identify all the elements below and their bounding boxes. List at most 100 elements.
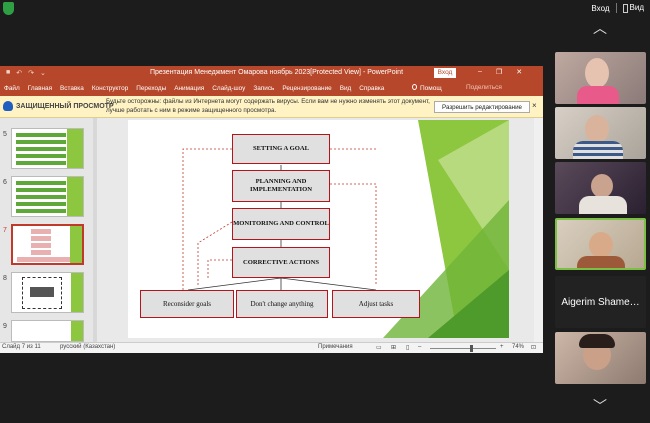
current-slide[interactable]: SETTING A GOAL PLANNING AND IMPLEMENTATI… bbox=[128, 120, 509, 338]
zoom-in-icon[interactable]: + bbox=[500, 344, 504, 350]
participant-video[interactable] bbox=[555, 162, 646, 214]
box-reconsider-goals[interactable]: Reconsider goals bbox=[140, 290, 234, 318]
slide-thumbnail[interactable] bbox=[11, 320, 84, 342]
save-icon[interactable]: ■ bbox=[6, 69, 10, 77]
tell-me-search[interactable]: Помощ bbox=[412, 84, 442, 92]
minimize-icon[interactable]: – bbox=[478, 68, 482, 76]
participant-name: Aigerim Shame… bbox=[561, 296, 640, 308]
participant-hair bbox=[579, 334, 615, 348]
participant-body bbox=[573, 141, 623, 159]
enable-editing-button[interactable]: Разрешить редактирование bbox=[434, 101, 530, 113]
thumb-number: 9 bbox=[3, 323, 7, 330]
view-button[interactable]: Вид bbox=[622, 3, 644, 13]
fit-slide-icon[interactable]: ⊡ bbox=[531, 344, 536, 351]
powerpoint-window: ■ ↶ ↷ ⌄ Презентация Менеджмент Омарова н… bbox=[0, 66, 543, 353]
slide-thumbnail[interactable] bbox=[11, 272, 84, 313]
participant-video-active[interactable] bbox=[555, 218, 646, 270]
vertical-scrollbar[interactable] bbox=[534, 118, 543, 342]
zoom-out-icon[interactable]: – bbox=[418, 344, 421, 350]
quick-access-toolbar: ■ ↶ ↷ ⌄ bbox=[6, 69, 46, 77]
close-icon[interactable]: ✕ bbox=[516, 68, 522, 76]
tab-transitions[interactable]: Переходы bbox=[136, 85, 166, 92]
protected-view-message: Будьте осторожны: файлы из Интернета мог… bbox=[106, 98, 430, 114]
zoom-slider-thumb[interactable] bbox=[470, 345, 473, 352]
enter-button[interactable]: Вход bbox=[591, 4, 609, 13]
view-label: Вид bbox=[629, 3, 644, 13]
title-bar: ■ ↶ ↷ ⌄ Презентация Менеджмент Омарова н… bbox=[0, 66, 543, 81]
feedback-arrow bbox=[182, 148, 232, 290]
slide-thumbnail-active[interactable] bbox=[11, 224, 84, 265]
redo-icon[interactable]: ↷ bbox=[28, 69, 34, 77]
slide-thumbnail[interactable] bbox=[11, 176, 84, 217]
normal-view-icon[interactable]: ▭ bbox=[376, 344, 382, 351]
participant-face bbox=[585, 115, 609, 143]
share-button[interactable]: Поделиться bbox=[466, 84, 502, 91]
language-indicator[interactable]: русский (Казахстан) bbox=[60, 344, 115, 350]
zoom-slider[interactable] bbox=[430, 348, 496, 349]
meeting-top-bar: Вход Вид bbox=[0, 0, 650, 18]
lightbulb-icon bbox=[412, 84, 417, 90]
participant-face bbox=[585, 58, 609, 88]
box-planning[interactable]: PLANNING AND IMPLEMENTATION bbox=[232, 170, 330, 202]
box-adjust-tasks[interactable]: Adjust tasks bbox=[332, 290, 420, 318]
slide-sorter-icon[interactable]: ⊞ bbox=[391, 344, 396, 351]
protected-view-title: ЗАЩИЩЕННЫЙ ПРОСМОТР bbox=[16, 103, 114, 110]
undo-icon[interactable]: ↶ bbox=[16, 69, 22, 77]
tab-home[interactable]: Главная bbox=[28, 85, 52, 92]
participant-video[interactable] bbox=[555, 107, 646, 159]
participant-body bbox=[579, 196, 627, 214]
connector-line bbox=[187, 277, 282, 291]
sign-in-button[interactable]: Вход bbox=[434, 68, 456, 78]
divider bbox=[615, 3, 617, 13]
connector-line bbox=[280, 277, 377, 291]
view-icon bbox=[622, 3, 628, 13]
thumb-number: 8 bbox=[3, 275, 7, 282]
participant-name-tile[interactable]: Aigerim Shame… bbox=[555, 276, 646, 328]
thumb-number: 7 bbox=[3, 227, 7, 234]
box-monitoring[interactable]: MONITORING AND CONTROL bbox=[232, 208, 330, 240]
slide-thumbnail[interactable] bbox=[11, 128, 84, 169]
shield-icon bbox=[3, 101, 13, 111]
customize-icon[interactable]: ⌄ bbox=[40, 69, 46, 77]
zoom-level[interactable]: 74% bbox=[512, 344, 524, 350]
participant-video[interactable] bbox=[555, 52, 646, 104]
tell-me-label: Помощ bbox=[420, 85, 442, 92]
box-setting-goal[interactable]: SETTING A GOAL bbox=[232, 134, 330, 164]
participant-body bbox=[577, 86, 619, 104]
box-dont-change[interactable]: Don't change anything bbox=[236, 290, 328, 318]
protected-view-bar: ЗАЩИЩЕННЫЙ ПРОСМОТР Будьте осторожны: фа… bbox=[0, 96, 543, 118]
box-corrective[interactable]: CORRECTIVE ACTIONS bbox=[232, 247, 330, 278]
reading-view-icon[interactable]: ▯ bbox=[406, 344, 409, 351]
tab-help[interactable]: Справка bbox=[359, 85, 384, 92]
feedback-arrow bbox=[197, 221, 233, 285]
tab-slideshow[interactable]: Слайд-шоу bbox=[212, 85, 245, 92]
restore-icon[interactable]: ❐ bbox=[496, 68, 502, 76]
tab-record[interactable]: Запись bbox=[253, 85, 274, 92]
chevron-down-icon[interactable]: ﹀ bbox=[593, 396, 607, 416]
participant-video[interactable] bbox=[555, 332, 646, 384]
ribbon-tabs: Файл Главная Вставка Конструктор Переход… bbox=[0, 81, 543, 96]
tab-insert[interactable]: Вставка bbox=[60, 85, 84, 92]
status-bar: Слайд 7 из 11 русский (Казахстан) Примеч… bbox=[0, 342, 543, 353]
chevron-up-icon[interactable]: ︿ bbox=[593, 18, 607, 38]
thumb-number: 6 bbox=[3, 179, 7, 186]
participant-body bbox=[577, 256, 625, 268]
top-right-controls: Вход Вид bbox=[591, 3, 644, 13]
slide-thumbnails-pane: 5 6 7 8 9 bbox=[0, 118, 95, 342]
tab-review[interactable]: Рецензирование bbox=[282, 85, 331, 92]
tab-design[interactable]: Конструктор bbox=[92, 85, 128, 92]
feedback-arrow bbox=[330, 183, 377, 286]
tab-file[interactable]: Файл bbox=[4, 85, 20, 92]
window-title: Презентация Менеджмент Омарова ноябрь 20… bbox=[150, 69, 404, 76]
slide-counter: Слайд 7 из 11 bbox=[2, 344, 41, 350]
thumb-number: 5 bbox=[3, 131, 7, 138]
window-controls: – ❐ ✕ bbox=[478, 68, 522, 76]
participant-face bbox=[591, 174, 613, 198]
participant-face bbox=[589, 232, 613, 258]
tab-view[interactable]: Вид bbox=[340, 85, 352, 92]
notes-button[interactable]: Примечания bbox=[318, 344, 353, 350]
feedback-arrow bbox=[207, 259, 232, 280]
shield-icon[interactable] bbox=[3, 2, 14, 15]
tab-animations[interactable]: Анимация bbox=[174, 85, 204, 92]
close-icon[interactable]: × bbox=[532, 101, 537, 110]
